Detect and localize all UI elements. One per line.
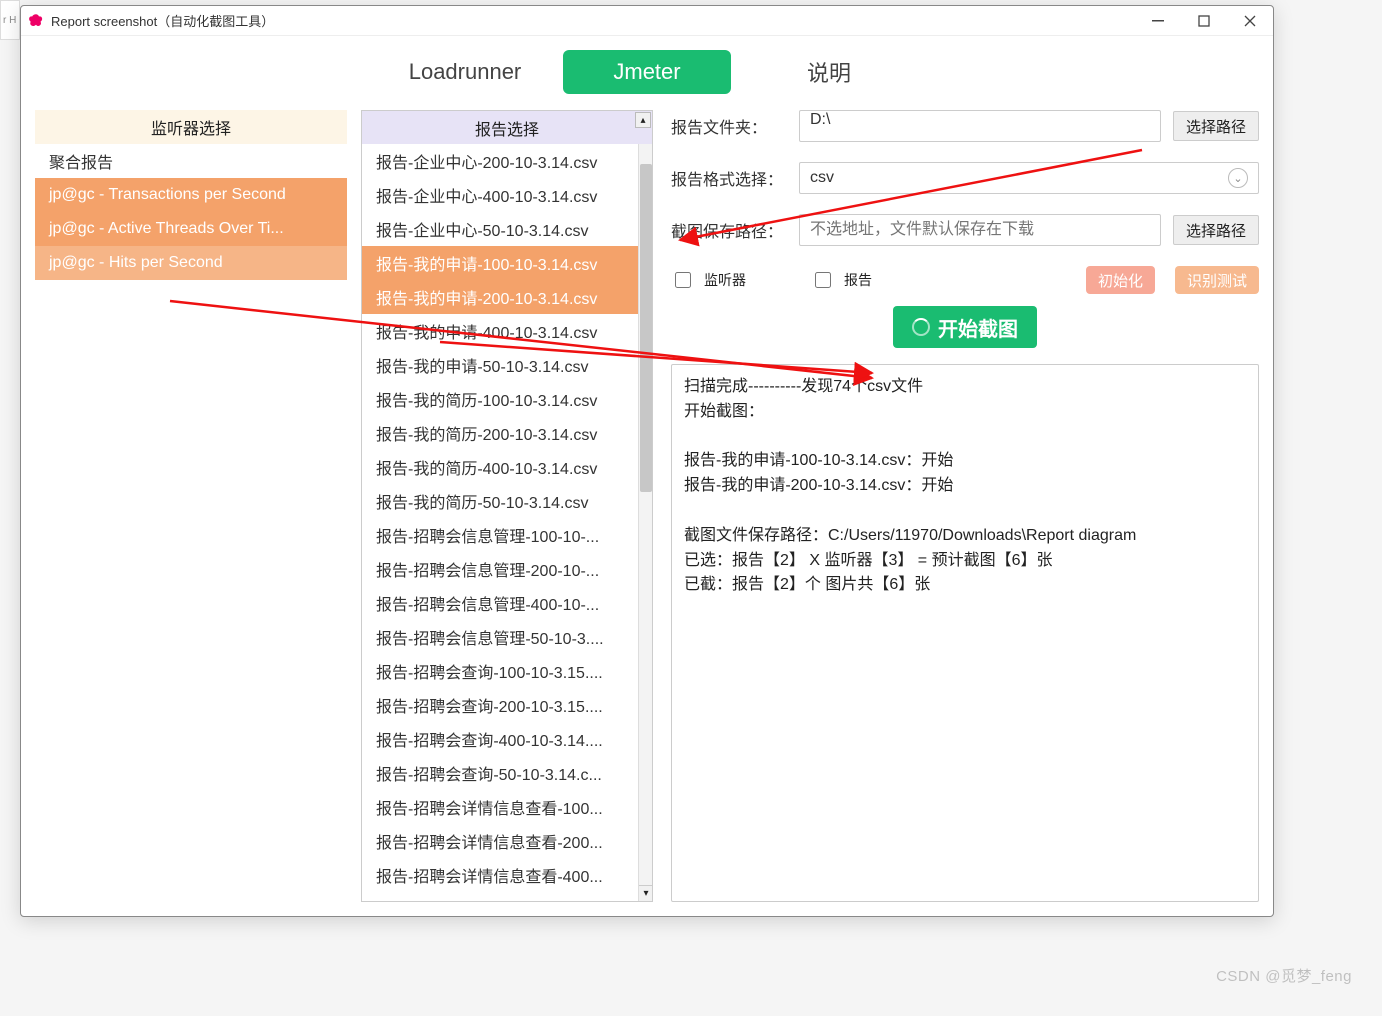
settings-panel: 报告文件夹： D:\ 选择路径 报告格式选择： csv ⌄ 截图保存路径： 选择… [667, 110, 1259, 902]
window-title: Report screenshot（自动化截图工具） [51, 11, 274, 30]
background-tab-hint: r H [0, 0, 20, 40]
listener-checkbox[interactable] [675, 272, 691, 288]
report-item[interactable]: 报告-我的简历-200-10-3.14.csv [362, 416, 638, 450]
init-button[interactable]: 初始化 [1086, 266, 1155, 294]
format-select[interactable]: csv ⌄ [799, 162, 1259, 194]
save-path-input[interactable] [799, 214, 1161, 246]
title-bar: Report screenshot（自动化截图工具） [21, 6, 1273, 36]
listener-item[interactable]: 聚合报告 [35, 144, 347, 178]
format-label: 报告格式选择： [671, 166, 787, 190]
report-scrollbar-track[interactable]: ▾ [638, 144, 652, 901]
main-tabs: Loadrunner Jmeter 说明 [21, 36, 1273, 110]
report-panel-header: 报告选择 ▴ [362, 110, 652, 144]
report-list: 报告-企业中心-200-10-3.14.csv报告-企业中心-400-10-3.… [362, 144, 638, 892]
report-item[interactable]: 报告-招聘会查询-200-10-3.15.... [362, 688, 638, 722]
report-item[interactable]: 报告-招聘会信息管理-50-10-3.... [362, 620, 638, 654]
save-path-label: 截图保存路径： [671, 218, 787, 242]
listener-item[interactable]: jp@gc - Transactions per Second [35, 178, 347, 212]
scroll-down-icon[interactable]: ▾ [639, 885, 652, 901]
listener-list: 聚合报告jp@gc - Transactions per Secondjp@gc… [35, 144, 347, 280]
folder-label: 报告文件夹： [671, 114, 787, 138]
window-minimize-button[interactable] [1135, 6, 1181, 36]
report-item[interactable]: 报告-我的申请-400-10-3.14.csv [362, 314, 638, 348]
choose-save-path-button[interactable]: 选择路径 [1173, 215, 1259, 245]
report-item[interactable]: 报告-招聘会信息管理-200-10-... [362, 552, 638, 586]
report-item[interactable]: 报告-招聘会信息管理-100-10-... [362, 518, 638, 552]
listener-panel-header: 监听器选择 [35, 110, 347, 144]
listener-item[interactable]: jp@gc - Hits per Second [35, 246, 347, 280]
report-item[interactable]: 报告-我的简历-400-10-3.14.csv [362, 450, 638, 484]
listener-checkbox-label: 监听器 [704, 270, 746, 290]
report-item[interactable]: 报告-我的简历-50-10-3.14.csv [362, 484, 638, 518]
report-item[interactable]: 报告-企业中心-50-10-3.14.csv [362, 212, 638, 246]
window-close-button[interactable] [1227, 6, 1273, 36]
report-item[interactable]: 报告-我的申请-200-10-3.14.csv [362, 280, 638, 314]
chevron-down-icon: ⌄ [1228, 168, 1248, 188]
report-panel: 报告选择 ▴ 报告-企业中心-200-10-3.14.csv报告-企业中心-40… [361, 110, 653, 902]
listener-panel: 监听器选择 聚合报告jp@gc - Transactions per Secon… [35, 110, 347, 902]
format-select-value: csv [810, 169, 834, 187]
report-item[interactable]: 报告-我的申请-100-10-3.14.csv [362, 246, 638, 280]
report-item[interactable]: 报告-我的简历-100-10-3.14.csv [362, 382, 638, 416]
report-checkbox[interactable] [815, 272, 831, 288]
report-item[interactable]: 报告-招聘会查询-100-10-3.15.... [362, 654, 638, 688]
report-checkbox-label: 报告 [844, 270, 872, 290]
report-item[interactable]: 报告-招聘会信息管理-400-10-... [362, 586, 638, 620]
tab-help[interactable]: 说明 [745, 50, 913, 94]
report-item[interactable]: 报告-我的申请-50-10-3.14.csv [362, 348, 638, 382]
report-item[interactable]: 报告-企业中心-200-10-3.14.csv [362, 144, 638, 178]
log-output: 扫描完成----------发现74个csv文件 开始截图： 报告-我的申请-1… [671, 364, 1259, 902]
report-item[interactable]: 报告-企业中心-400-10-3.14.csv [362, 178, 638, 212]
report-scrollbar-thumb[interactable] [640, 164, 652, 492]
start-screenshot-button[interactable]: 开始截图 [893, 306, 1037, 348]
watermark: CSDN @觅梦_feng [1216, 965, 1352, 986]
scroll-up-icon[interactable]: ▴ [635, 112, 651, 128]
window-maximize-button[interactable] [1181, 6, 1227, 36]
folder-input[interactable]: D:\ [799, 110, 1161, 142]
start-button-label: 开始截图 [938, 313, 1018, 342]
app-icon [27, 12, 45, 30]
app-window: Report screenshot（自动化截图工具） Loadrunner Jm… [20, 5, 1274, 917]
report-item[interactable]: 报告-招聘会查询-50-10-3.14.c... [362, 756, 638, 790]
tab-jmeter[interactable]: Jmeter [563, 50, 731, 94]
report-item[interactable]: 报告-招聘会详情信息查看-100... [362, 790, 638, 824]
recognition-test-button[interactable]: 识别测试 [1175, 266, 1259, 294]
listener-item[interactable]: jp@gc - Active Threads Over Ti... [35, 212, 347, 246]
report-item[interactable]: 报告-招聘会详情信息查看-200... [362, 824, 638, 858]
report-item[interactable]: 报告-招聘会查询-400-10-3.14.... [362, 722, 638, 756]
choose-folder-button[interactable]: 选择路径 [1173, 111, 1259, 141]
refresh-icon [912, 318, 930, 336]
report-panel-header-text: 报告选择 [475, 116, 539, 140]
report-item[interactable]: 报告-招聘会详情信息查看-400... [362, 858, 638, 892]
tab-loadrunner[interactable]: Loadrunner [381, 50, 549, 94]
